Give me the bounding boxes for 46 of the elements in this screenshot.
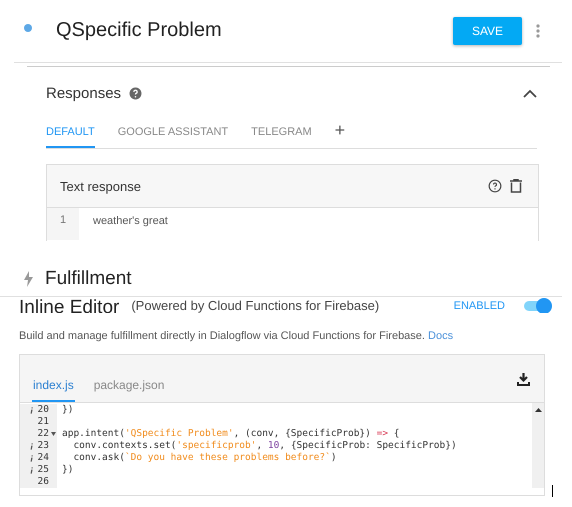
- intent-title: QSpecific Problem: [56, 18, 223, 42]
- code-line: }): [61, 404, 74, 416]
- file-tab[interactable]: index.js: [32, 378, 75, 402]
- response-text[interactable]: weather's great: [79, 208, 168, 240]
- docs-link[interactable]: Docs: [428, 330, 454, 342]
- lightning-bolt-icon: [24, 271, 33, 287]
- fold-caret-icon[interactable]: [51, 432, 56, 436]
- section-title: Fulfillment: [45, 268, 132, 290]
- line-number: 25: [38, 464, 49, 476]
- line-number: 24: [38, 452, 49, 464]
- help-icon[interactable]: [488, 179, 502, 193]
- info-icon: [30, 442, 33, 450]
- info-icon: [30, 454, 33, 462]
- channel-tab[interactable]: GOOGLE ASSISTANT: [118, 126, 228, 148]
- chevron-up-icon[interactable]: [523, 88, 537, 98]
- section-title: Responses: [46, 84, 122, 102]
- code-line: app.intent('QSpecific Problem', (conv, {SpecificProb}) => {: [61, 428, 400, 440]
- channel-tab[interactable]: TELEGRAM: [251, 126, 312, 148]
- description-text: Build and manage fulfillment directly in Dialogflow via Cloud Functions for Firebase. Docs: [19, 330, 454, 342]
- channel-tab[interactable]: DEFAULT: [46, 126, 95, 148]
- save-button[interactable]: SAVE: [453, 17, 522, 45]
- file-tab[interactable]: package.json: [92, 378, 166, 402]
- trash-icon[interactable]: [510, 179, 522, 193]
- line-number: 20: [38, 404, 49, 416]
- add-tab-button[interactable]: +: [334, 120, 346, 148]
- enable-toggle[interactable]: [522, 298, 552, 313]
- info-icon: [30, 406, 33, 414]
- more-options-icon[interactable]: [536, 24, 540, 38]
- code-line: conv.contexts.set('specificprob', 10, {SpecificProb: SpecificProb}): [72, 440, 457, 452]
- line-number: 23: [38, 440, 49, 452]
- editor-title: Inline Editor: [19, 298, 120, 313]
- download-icon[interactable]: [517, 373, 530, 386]
- card-title: Text response: [60, 178, 142, 194]
- help-icon[interactable]: [129, 86, 142, 100]
- line-number: 26: [38, 476, 49, 488]
- row-number: 1: [47, 208, 79, 240]
- editor-subtitle: (Powered by Cloud Functions for Firebase): [131, 298, 380, 313]
- info-icon: [30, 466, 33, 474]
- scroll-up-icon[interactable]: [534, 408, 542, 412]
- enabled-label: ENABLED: [454, 299, 505, 313]
- code-line: }): [61, 464, 74, 476]
- code-line: conv.ask(`Do you have these problems before?`): [72, 452, 337, 464]
- text-cursor: [552, 485, 553, 497]
- line-number: 21: [38, 416, 49, 428]
- line-number: 22: [38, 428, 49, 440]
- status-dot: [24, 24, 32, 32]
